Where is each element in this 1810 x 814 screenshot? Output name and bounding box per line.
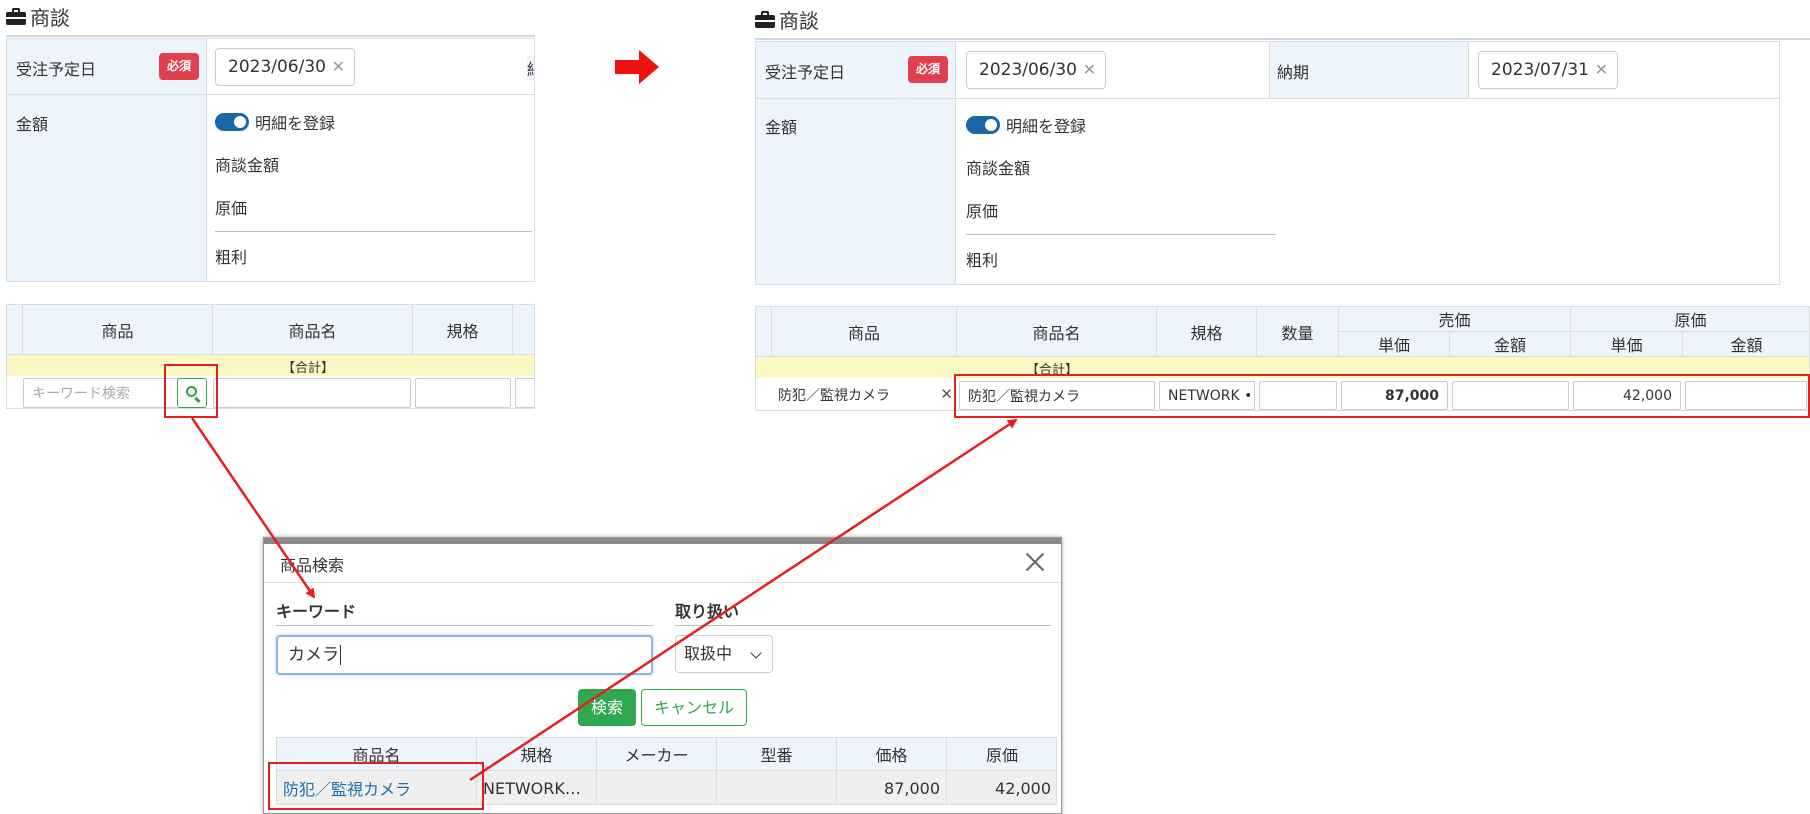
- arrow-to-keyword: [190, 417, 316, 599]
- annotation-arrows: [190, 417, 1018, 782]
- arrow-to-added-row: [469, 418, 1018, 782]
